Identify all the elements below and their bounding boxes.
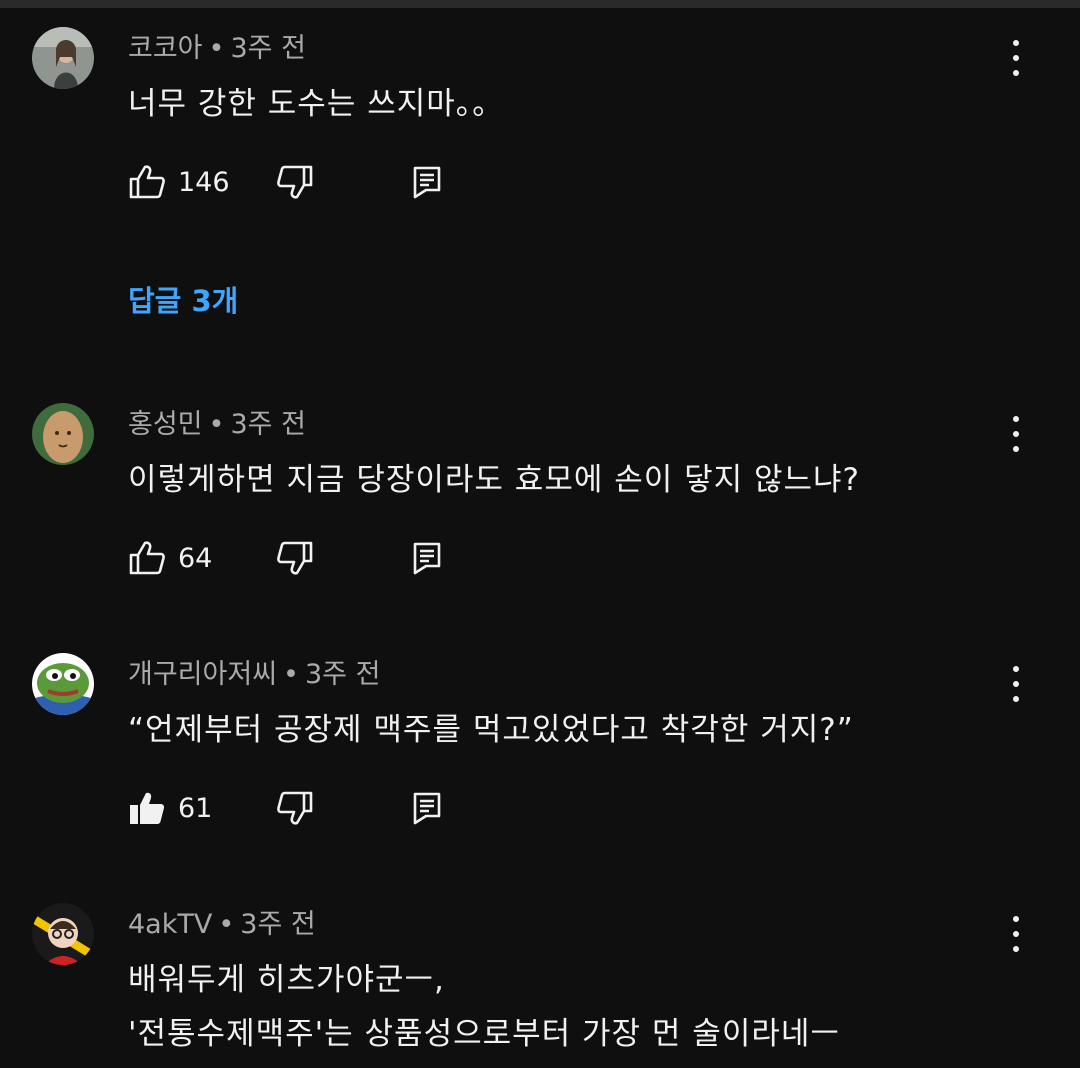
comment-time: 3주 전 xyxy=(240,909,316,940)
comment-text-line: 배워두게 히츠가야군ㅡ, xyxy=(128,962,445,998)
comment-author[interactable]: 개구리아저씨 xyxy=(128,659,277,690)
like-count: 61 xyxy=(178,792,213,824)
comment-author[interactable]: 홍성민 xyxy=(128,409,203,440)
comment-author[interactable]: 코코아 xyxy=(128,33,203,64)
reply-icon xyxy=(413,166,441,199)
more-vert-icon[interactable] xyxy=(1000,38,1032,78)
comment-meta: 코코아 • 3주 전 xyxy=(128,26,306,65)
comment-meta: 4akTV • 3주 전 xyxy=(128,902,316,941)
thumbs-up-icon xyxy=(129,541,165,575)
avatar[interactable] xyxy=(32,27,94,89)
like-button[interactable]: 64 xyxy=(128,538,212,578)
comment-time: 3주 전 xyxy=(230,33,306,64)
comment-text: 너무 강한 도수는 쓰지마。。 xyxy=(128,86,505,122)
comment-text: “언제부터 공장제 맥주를 먹고있었다고 착각한 거지?” xyxy=(128,712,854,748)
comment-time: 3주 전 xyxy=(230,409,306,440)
meta-separator: • xyxy=(208,33,225,64)
comment-text: 이렇게하면 지금 당장이라도 효모에 손이 닿지 않느냐? xyxy=(128,462,861,498)
dislike-button[interactable] xyxy=(276,162,314,202)
comment-time: 3주 전 xyxy=(304,659,381,690)
like-count: 146 xyxy=(178,166,230,198)
like-button[interactable]: 61 xyxy=(128,788,212,828)
thumbs-down-icon xyxy=(277,165,313,199)
avatar[interactable] xyxy=(32,403,94,465)
more-vert-icon[interactable] xyxy=(1000,414,1032,454)
comment-meta: 개구리아저씨 • 3주 전 xyxy=(128,652,380,691)
reply-icon xyxy=(413,792,441,825)
like-button[interactable]: 146 xyxy=(128,162,230,202)
dislike-button[interactable] xyxy=(276,538,314,578)
reply-button[interactable] xyxy=(412,788,442,828)
reply-icon xyxy=(413,542,441,575)
comment-author[interactable]: 4akTV xyxy=(128,909,212,940)
meta-separator: • xyxy=(208,409,225,440)
thumbs-down-icon xyxy=(277,791,313,825)
like-count: 64 xyxy=(178,542,213,574)
thumbs-up-icon xyxy=(129,165,165,199)
avatar[interactable] xyxy=(32,653,94,715)
more-vert-icon[interactable] xyxy=(1000,914,1032,954)
comment-meta: 홍성민 • 3주 전 xyxy=(128,402,306,441)
view-replies-button[interactable]: 답글 3개 xyxy=(128,278,238,320)
thumbs-down-icon xyxy=(277,541,313,575)
reply-button[interactable] xyxy=(412,162,442,202)
reply-button[interactable] xyxy=(412,538,442,578)
meta-separator: • xyxy=(283,659,299,690)
avatar[interactable] xyxy=(32,903,94,965)
more-vert-icon[interactable] xyxy=(1000,664,1032,704)
dislike-button[interactable] xyxy=(276,788,314,828)
meta-separator: • xyxy=(218,909,235,940)
top-divider xyxy=(0,0,1080,8)
comment-text-line: '전통수제맥주'는 상품성으로부터 가장 먼 술이라네ㅡ xyxy=(128,1016,840,1052)
thumbs-up-icon xyxy=(130,792,165,824)
